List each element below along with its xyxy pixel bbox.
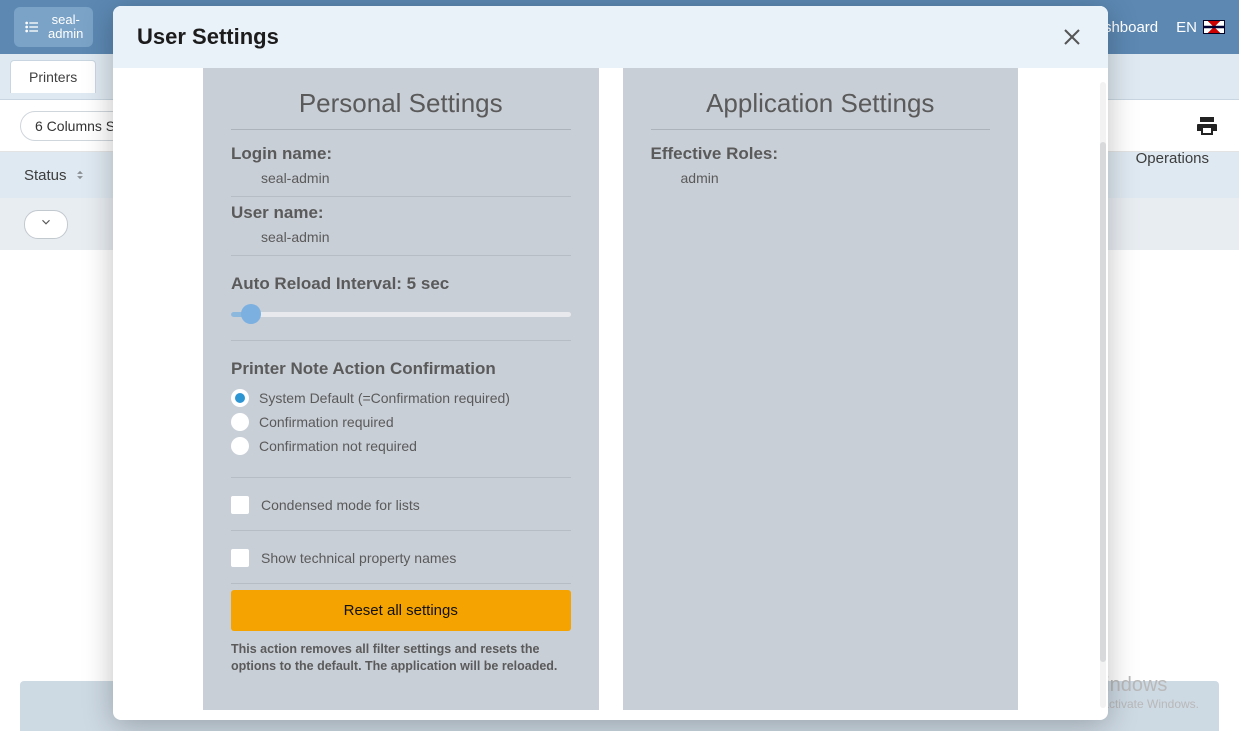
radio-label: Confirmation required [259, 414, 394, 430]
modal-title: User Settings [137, 24, 279, 50]
personal-settings-panel: Personal Settings Login name: seal-admin… [203, 68, 599, 710]
radio-system-default[interactable]: System Default (=Confirmation required) [231, 389, 571, 407]
roles-value: admin [651, 164, 991, 196]
reset-note: This action removes all filter settings … [231, 641, 571, 675]
radio-label: System Default (=Confirmation required) [259, 390, 510, 406]
login-name-value: seal-admin [231, 164, 571, 197]
radio-icon [231, 413, 249, 431]
close-icon[interactable] [1060, 25, 1084, 49]
login-name-label: Login name: [231, 144, 571, 164]
check-label: Show technical property names [261, 550, 456, 566]
radio-confirm-required[interactable]: Confirmation required [231, 413, 571, 431]
interval-label: Auto Reload Interval: 5 sec [231, 274, 571, 294]
user-settings-modal: User Settings Personal Settings Login na… [113, 6, 1108, 720]
checkbox-icon [231, 496, 249, 514]
roles-label: Effective Roles: [651, 144, 991, 164]
condensed-section: Condensed mode for lists [231, 496, 571, 531]
check-label: Condensed mode for lists [261, 497, 420, 513]
modal-header: User Settings [113, 6, 1108, 68]
slider-thumb[interactable] [241, 304, 261, 324]
interval-section: Auto Reload Interval: 5 sec [231, 274, 571, 341]
application-heading: Application Settings [651, 88, 991, 130]
application-settings-panel: Application Settings Effective Roles: ad… [623, 68, 1019, 710]
user-name-value: seal-admin [231, 223, 571, 256]
interval-slider[interactable] [231, 304, 571, 324]
modal-scrollbar[interactable] [1100, 82, 1106, 708]
modal-body: Personal Settings Login name: seal-admin… [113, 68, 1108, 720]
checkbox-icon [231, 549, 249, 567]
radio-confirm-not-required[interactable]: Confirmation not required [231, 437, 571, 455]
technical-names-section: Show technical property names [231, 549, 571, 584]
confirmation-section: Printer Note Action Confirmation System … [231, 359, 571, 478]
personal-heading: Personal Settings [231, 88, 571, 130]
confirm-heading: Printer Note Action Confirmation [231, 359, 571, 379]
radio-label: Confirmation not required [259, 438, 417, 454]
slider-track [231, 312, 571, 317]
user-name-label: User name: [231, 203, 571, 223]
scroll-thumb[interactable] [1100, 142, 1106, 662]
radio-icon [231, 437, 249, 455]
check-technical-names[interactable]: Show technical property names [231, 549, 571, 567]
reset-button[interactable]: Reset all settings [231, 590, 571, 631]
check-condensed[interactable]: Condensed mode for lists [231, 496, 571, 514]
radio-icon [231, 389, 249, 407]
